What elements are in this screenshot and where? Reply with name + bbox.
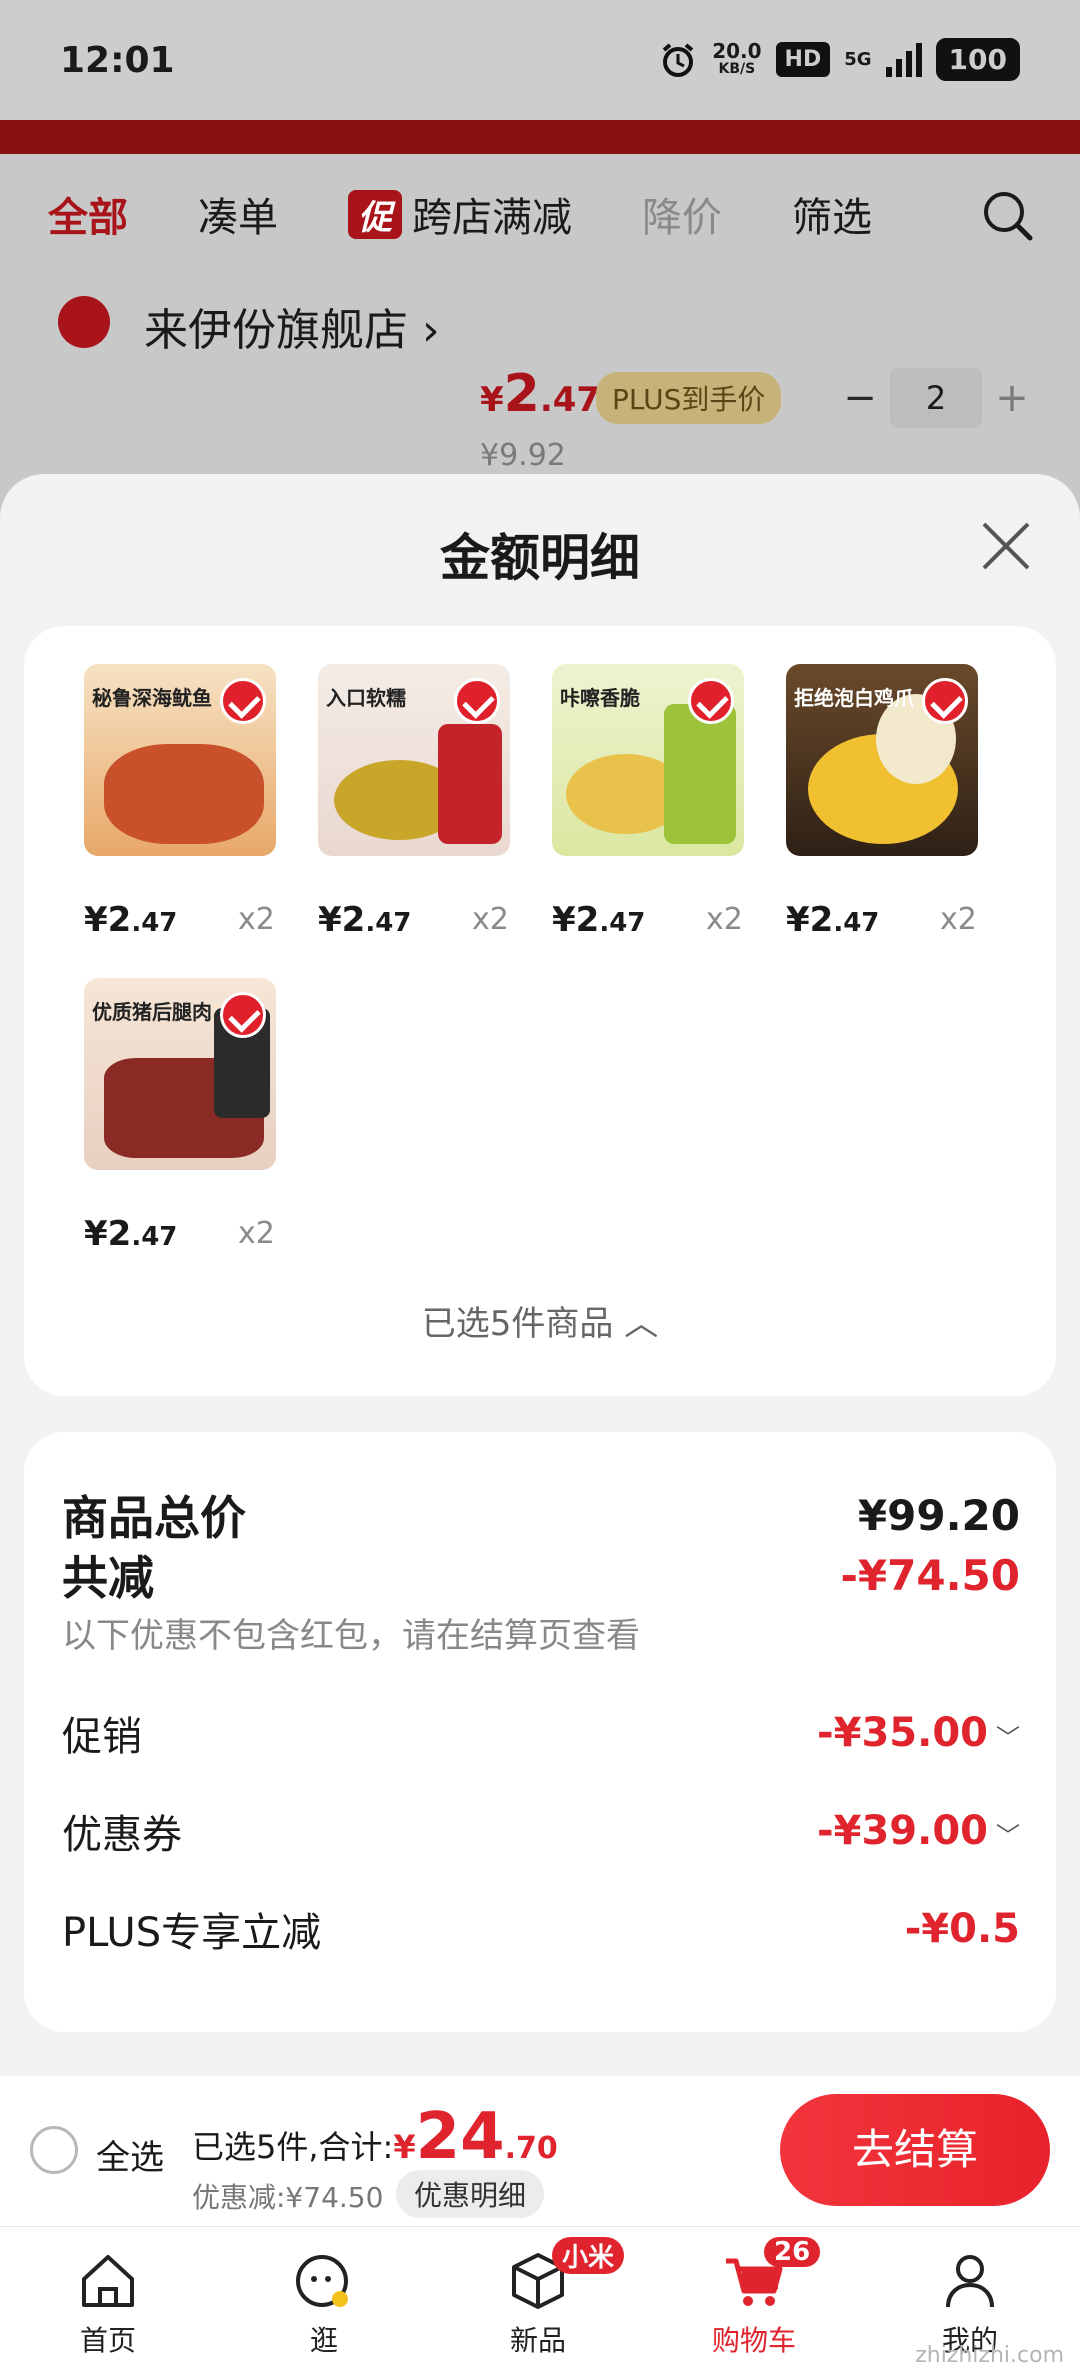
plus-label: PLUS专享立减 bbox=[62, 1910, 322, 1956]
selected-check-icon bbox=[454, 678, 500, 724]
tab-cross-store-label: 跨店满减 bbox=[412, 195, 572, 241]
item-price: ¥2.47 bbox=[318, 900, 412, 940]
reduce-value: -¥74.50 bbox=[840, 1550, 1020, 1600]
alarm-icon bbox=[662, 42, 694, 77]
watermark: zhizhizhi.com bbox=[915, 2343, 1064, 2368]
checkout-bar: 全选 已选5件,合计:¥24.70 优惠减:¥74.50 优惠明细 去结算 bbox=[0, 2076, 1080, 2226]
decrement-button[interactable]: − bbox=[830, 375, 890, 421]
bottom-tab-bar: 首页 逛 新品 小米 购物车 26 我的 zhizhizhi.com bbox=[0, 2226, 1080, 2376]
list-item[interactable]: 优质猪后腿肉 ¥2.47 x2 bbox=[84, 978, 284, 1254]
item-qty: x2 bbox=[706, 902, 743, 937]
product-image-squid: 秘鲁深海鱿鱼 bbox=[84, 664, 276, 856]
selected-count-toggle[interactable]: 已选5件商品 ︿ bbox=[24, 1296, 1056, 1345]
close-icon[interactable] bbox=[978, 518, 1034, 574]
item-price: ¥2.47 bbox=[480, 364, 601, 424]
reduce-label: 共减 bbox=[62, 1551, 154, 1605]
promo-row[interactable]: 促销 -¥35.00 ﹀ bbox=[62, 1704, 1020, 1762]
tab-all[interactable]: 全部 bbox=[48, 185, 128, 243]
network-type: 5G bbox=[844, 49, 872, 70]
selected-check-icon bbox=[220, 992, 266, 1038]
checkout-button[interactable]: 去结算 bbox=[780, 2094, 1050, 2206]
tab-cart[interactable]: 购物车 26 bbox=[664, 2237, 844, 2359]
filter-tabs: 全部 凑单 促 跨店满减 降价 筛选 bbox=[0, 154, 1080, 274]
promo-tag: 促 bbox=[348, 189, 402, 239]
discount-text: 优惠减:¥74.50 bbox=[192, 2181, 384, 2214]
product-image-chicken-feet: 拒绝泡白鸡爪 bbox=[786, 664, 978, 856]
selected-check-icon bbox=[220, 678, 266, 724]
new-badge: 小米 bbox=[552, 2237, 625, 2274]
signal-icon bbox=[885, 42, 922, 77]
tab-filter[interactable]: 筛选 bbox=[792, 185, 872, 243]
quantity-stepper: − 2 + bbox=[830, 368, 1042, 428]
item-price: ¥2.47 bbox=[552, 900, 646, 940]
list-item[interactable]: 咔嚓香脆 ¥2.47 x2 bbox=[552, 664, 752, 940]
item-price: ¥2.47 bbox=[84, 1214, 178, 1254]
total-value: ¥99.20 bbox=[857, 1490, 1020, 1540]
tab-price-drop[interactable]: 降价 bbox=[642, 185, 722, 243]
original-price: ¥9.92 bbox=[480, 438, 566, 473]
selected-check-icon bbox=[688, 678, 734, 724]
tab-cross-store[interactable]: 促 跨店满减 bbox=[348, 185, 572, 243]
total-label: 商品总价 bbox=[62, 1491, 246, 1545]
tab-bundle[interactable]: 凑单 bbox=[198, 185, 278, 243]
product-image-pork-jerky: 优质猪后腿肉 bbox=[84, 978, 276, 1170]
plus-price-badge: PLUS到手价 bbox=[596, 372, 782, 424]
item-qty: x2 bbox=[238, 1216, 275, 1251]
sheet-title: 金额明细 bbox=[440, 529, 640, 587]
item-qty: x2 bbox=[238, 902, 275, 937]
chevron-down-icon: ﹀ bbox=[996, 1822, 1020, 1850]
tab-new[interactable]: 新品 小米 bbox=[448, 2237, 628, 2359]
coupon-value: -¥39.00 ﹀ bbox=[817, 1808, 1020, 1854]
promo-value: -¥35.00 ﹀ bbox=[817, 1710, 1020, 1756]
list-item[interactable]: 拒绝泡白鸡爪 ¥2.47 x2 bbox=[786, 664, 986, 940]
quantity-value[interactable]: 2 bbox=[890, 368, 982, 428]
amount-detail-sheet: 金额明细 秘鲁深海鱿鱼 ¥2.47 x2 入口软糯 ¥2.47 x2 咔嚓香脆 … bbox=[0, 474, 1080, 2076]
select-all-radio[interactable] bbox=[30, 2126, 78, 2174]
total-row: 商品总价 ¥99.20 bbox=[62, 1482, 1020, 1548]
mascot-icon bbox=[296, 2255, 348, 2307]
network-speed: 20.0 KB/S bbox=[712, 38, 762, 77]
store-check-icon[interactable] bbox=[58, 296, 110, 348]
discount-detail-button[interactable]: 优惠明细 bbox=[396, 2170, 545, 2218]
plus-value: -¥0.5 bbox=[904, 1906, 1020, 1952]
chevron-down-icon: ﹀ bbox=[996, 1724, 1020, 1752]
home-icon bbox=[82, 2255, 134, 2307]
battery-icon: 100 bbox=[935, 38, 1020, 81]
user-icon bbox=[946, 2255, 994, 2308]
product-image-chestnut: 入口软糯 bbox=[318, 664, 510, 856]
status-icons: 20.0 KB/S HD 5G 100 bbox=[658, 38, 1020, 81]
item-qty: x2 bbox=[940, 902, 977, 937]
product-image-banana-chips: 咔嚓香脆 bbox=[552, 664, 744, 856]
tab-mine[interactable]: 我的 bbox=[880, 2245, 1060, 2359]
total-amount: ¥24.70 bbox=[393, 2100, 558, 2174]
total-summary: 已选5件,合计:¥24.70 bbox=[192, 2100, 558, 2174]
increment-button[interactable]: + bbox=[982, 375, 1042, 421]
list-item[interactable]: 秘鲁深海鱿鱼 ¥2.47 x2 bbox=[84, 664, 284, 940]
price-summary-card: 商品总价 ¥99.20 共减 -¥74.50 以下优惠不包含红包，请在结算页查看… bbox=[24, 1432, 1056, 2032]
discount-note: 以下优惠不包含红包，请在结算页查看 bbox=[62, 1616, 640, 1656]
status-bar: 12:01 20.0 KB/S HD 5G 100 bbox=[0, 0, 1080, 120]
hd-icon: HD bbox=[775, 42, 831, 77]
clock: 12:01 bbox=[60, 40, 175, 81]
select-all-label[interactable]: 全选 bbox=[96, 2130, 164, 2179]
search-icon[interactable] bbox=[980, 188, 1036, 244]
coupon-row[interactable]: 优惠券 -¥39.00 ﹀ bbox=[62, 1802, 1020, 1860]
list-item[interactable]: 入口软糯 ¥2.47 x2 bbox=[318, 664, 518, 940]
tab-browse[interactable]: 逛 bbox=[234, 2245, 414, 2359]
plus-row: PLUS专享立减 -¥0.5 bbox=[62, 1900, 1020, 1958]
item-price: ¥2.47 bbox=[786, 900, 880, 940]
selected-check-icon bbox=[922, 678, 968, 724]
cart-badge: 26 bbox=[764, 2237, 821, 2267]
reduce-row: 共减 -¥74.50 bbox=[62, 1542, 1020, 1608]
selected-items-card: 秘鲁深海鱿鱼 ¥2.47 x2 入口软糯 ¥2.47 x2 咔嚓香脆 ¥2.47… bbox=[24, 626, 1056, 1396]
tab-home[interactable]: 首页 bbox=[18, 2245, 198, 2359]
header-strip bbox=[0, 120, 1080, 154]
store-name[interactable]: 来伊份旗舰店 › bbox=[144, 294, 440, 358]
item-qty: x2 bbox=[472, 902, 509, 937]
coupon-label: 优惠券 bbox=[62, 1812, 182, 1858]
item-price: ¥2.47 bbox=[84, 900, 178, 940]
promo-label: 促销 bbox=[62, 1714, 142, 1760]
